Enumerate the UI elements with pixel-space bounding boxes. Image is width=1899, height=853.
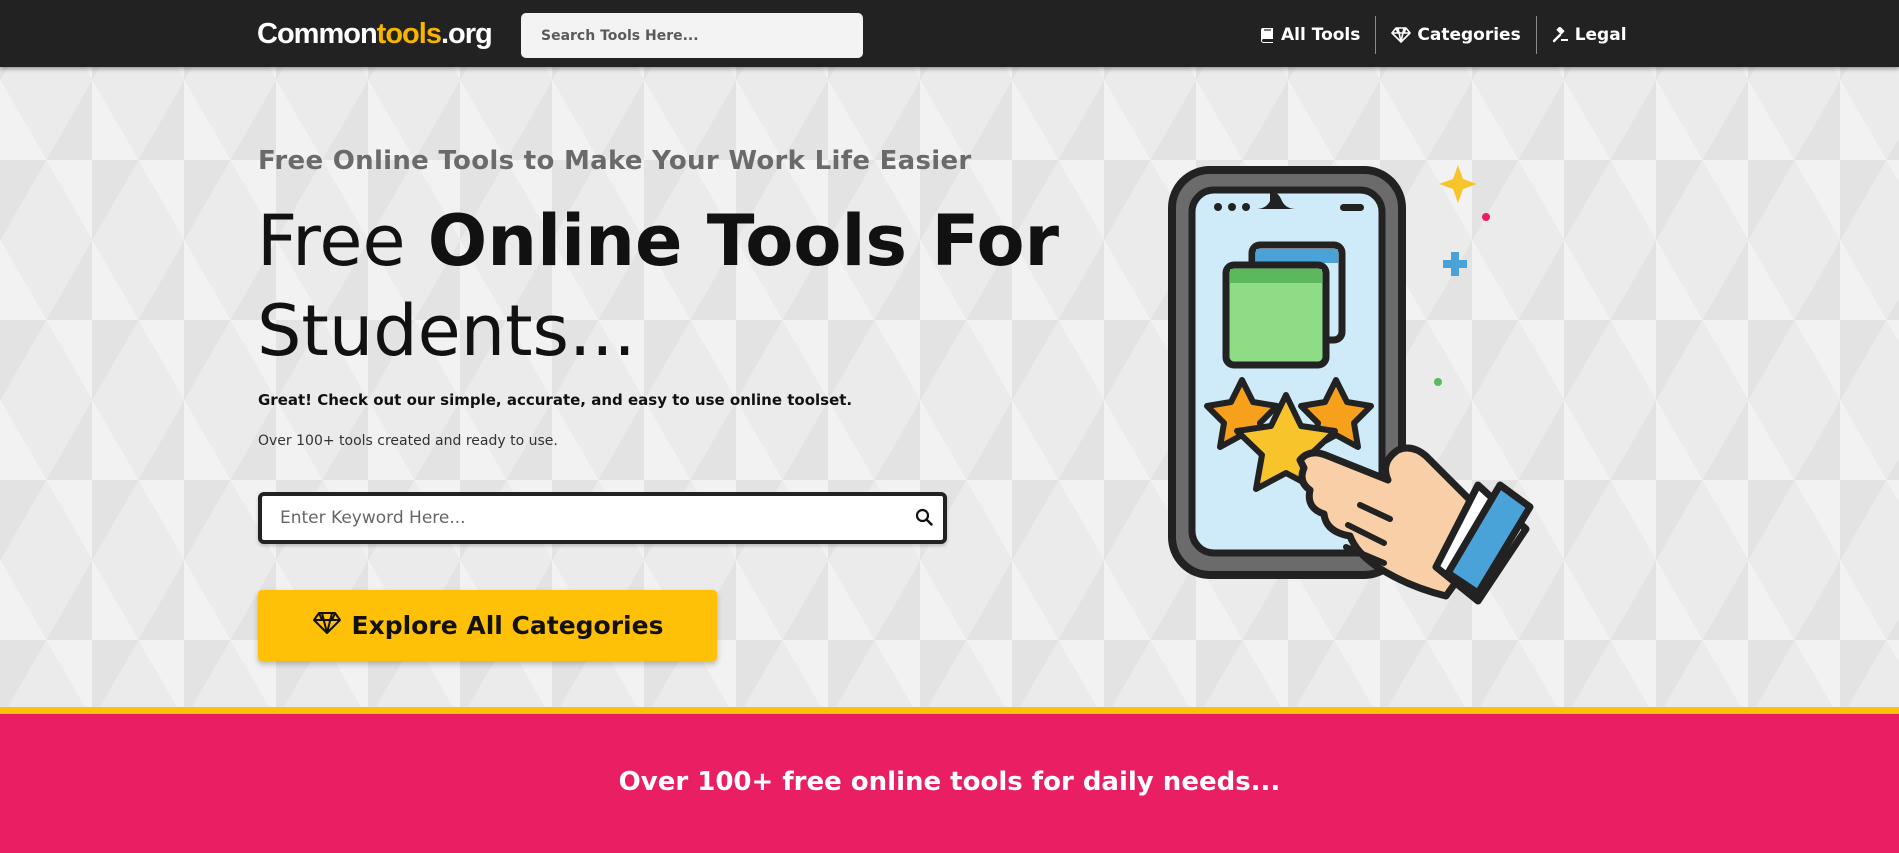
- nav-legal[interactable]: Legal: [1537, 16, 1642, 54]
- headline-light: Free: [257, 200, 428, 282]
- site-logo[interactable]: Commontools.org: [257, 16, 493, 52]
- logo-part-tools: tools: [376, 18, 442, 50]
- headline-bold: Online Tools For: [427, 200, 1060, 282]
- hero-headline: Free Online Tools For Students...: [257, 196, 1077, 376]
- gem-icon: [1391, 27, 1412, 43]
- header-search-input[interactable]: [521, 13, 863, 58]
- phone-rating-illustration: [1160, 155, 1580, 619]
- hero-subline: Great! Check out our simple, accurate, a…: [258, 391, 853, 409]
- keyword-search-input[interactable]: [262, 496, 918, 540]
- top-navbar: Commontools.org All Tools Categories Leg…: [0, 0, 1899, 67]
- explore-categories-label: Explore All Categories: [351, 611, 664, 640]
- hero-tool-count: Over 100+ tools created and ready to use…: [258, 433, 558, 449]
- logo-part-common: Common: [257, 18, 378, 50]
- nav-categories-label: Categories: [1417, 25, 1521, 45]
- keyword-search-box: [258, 492, 947, 544]
- band-accent-line: [0, 707, 1899, 714]
- headline-light-2: Students...: [257, 290, 636, 372]
- hero-eyebrow: Free Online Tools to Make Your Work Life…: [258, 146, 972, 176]
- explore-categories-button[interactable]: Explore All Categories: [258, 590, 717, 661]
- promo-band-text: Over 100+ free online tools for daily ne…: [618, 767, 1281, 797]
- book-icon: [1260, 27, 1275, 43]
- main-nav: All Tools Categories Legal: [1245, 16, 1642, 54]
- nav-all-tools[interactable]: All Tools: [1245, 16, 1375, 54]
- nav-categories[interactable]: Categories: [1376, 16, 1535, 54]
- gavel-icon: [1552, 26, 1569, 44]
- nav-all-tools-label: All Tools: [1281, 25, 1361, 45]
- search-icon[interactable]: [915, 508, 933, 530]
- nav-legal-label: Legal: [1574, 25, 1627, 45]
- logo-part-org: .org: [440, 18, 493, 50]
- gem-icon: [312, 611, 342, 641]
